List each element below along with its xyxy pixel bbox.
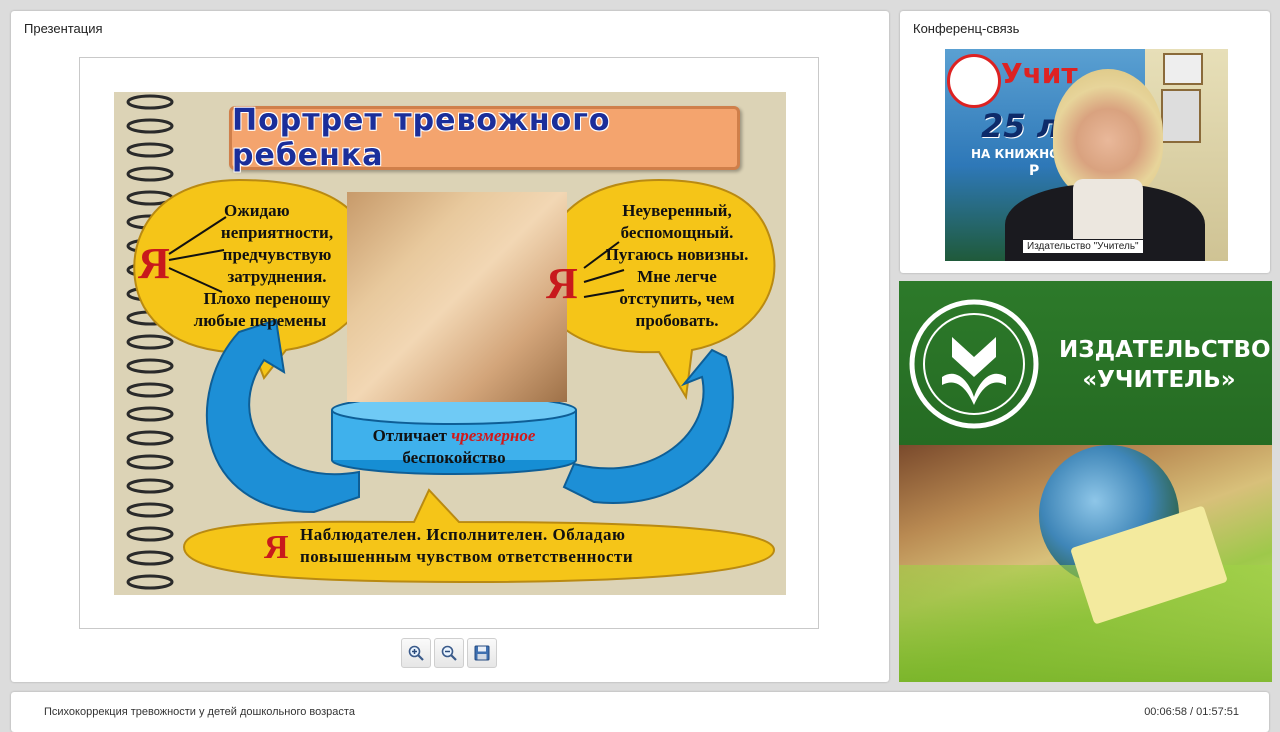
bottom-text: Наблюдателен. Исполнителен. Обладаю повы… — [300, 524, 720, 568]
footer-bar: Психокоррекция тревожности у детей дошко… — [11, 692, 1269, 732]
bottom-line-2: повышенным чувством ответственности — [300, 547, 634, 566]
slide-frame: Портрет тревожного ребенка Я Ожидаю непр… — [79, 57, 819, 629]
left-line-2: неприятности, — [220, 223, 334, 242]
publisher-books-image — [899, 445, 1272, 682]
center-suffix: беспокойство — [402, 448, 506, 467]
slide-toolbar — [401, 638, 497, 668]
zoom-out-button[interactable] — [434, 638, 464, 668]
presentation-panel: Презентация Портрет тревожного ребенка Я… — [11, 11, 889, 682]
right-line-2: беспомощный. — [620, 223, 734, 242]
banner-line2: НА КНИЖНО — [971, 147, 1060, 161]
right-line-5: отступить, чем — [619, 289, 735, 308]
left-line-1: Ожидаю — [224, 201, 290, 220]
center-highlight: чрезмерное — [451, 426, 536, 445]
video-label: Издательство "Учитель" — [1023, 240, 1143, 253]
publisher-header: ИЗДАТЕЛЬСТВО «УЧИТЕЛЬ» — [899, 281, 1272, 445]
floppy-disk-icon — [474, 645, 490, 661]
banner-line3: Р — [1029, 163, 1040, 179]
playback-time: 00:06:58 / 01:57:51 — [1144, 706, 1239, 718]
right-curved-arrow — [562, 348, 734, 504]
wall-frame-2 — [1161, 89, 1201, 143]
presenter-collar — [1073, 179, 1143, 239]
zoom-in-icon — [408, 645, 424, 661]
left-line-6: любые перемены — [193, 311, 327, 330]
wall-frame-1 — [1163, 53, 1203, 85]
banner-logo — [947, 54, 1001, 108]
banner-years: 25 л — [981, 107, 1061, 145]
presentation-title: Презентация — [24, 21, 103, 36]
right-line-4: Мне легче — [637, 267, 717, 286]
banner-brand: Учит — [1001, 57, 1078, 90]
right-bubble-text: Неуверенный, беспомощный. Пугаюсь новизн… — [582, 200, 772, 332]
zoom-in-button[interactable] — [401, 638, 431, 668]
publisher-banner: ИЗДАТЕЛЬСТВО «УЧИТЕЛЬ» — [899, 281, 1272, 682]
right-line-6: пробовать. — [635, 311, 719, 330]
child-photo — [347, 192, 567, 402]
left-line-5: Плохо переношу — [203, 289, 331, 308]
video-feed[interactable]: Учит 25 л НА КНИЖНО Р Издательство "Учит… — [945, 49, 1228, 261]
publisher-line-2: «УЧИТЕЛЬ» — [1082, 367, 1236, 393]
slide-heading-box: Портрет тревожного ребенка — [229, 103, 740, 173]
right-pronoun: Я — [546, 259, 578, 308]
slide: Портрет тревожного ребенка Я Ожидаю непр… — [114, 92, 786, 595]
bottom-line-1: Наблюдателен. Исполнителен. Обладаю — [300, 525, 626, 544]
center-prefix: Отличает — [372, 426, 448, 445]
publisher-emblem-icon — [909, 299, 1039, 429]
slide-heading: Портрет тревожного ребенка — [232, 103, 611, 173]
right-line-1: Неуверенный, — [622, 201, 732, 220]
publisher-line-1: ИЗДАТЕЛЬСТВО — [1059, 337, 1271, 363]
right-line-3: Пугаюсь новизны. — [605, 245, 749, 264]
conference-panel: Конференц-связь Учит 25 л НА КНИЖНО Р Из… — [900, 11, 1270, 273]
left-line-3: предчувствую — [222, 245, 332, 264]
lecture-title: Психокоррекция тревожности у детей дошко… — [44, 706, 355, 718]
save-button[interactable] — [467, 638, 497, 668]
conference-title: Конференц-связь — [913, 21, 1020, 36]
left-bubble-text: Ожидаю неприятности, предчувствую затруд… — [162, 200, 352, 332]
zoom-out-icon — [441, 645, 457, 661]
cylinder-text: Отличает чрезмерное беспокойство — [334, 425, 574, 469]
publisher-name: ИЗДАТЕЛЬСТВО «УЧИТЕЛЬ» — [1059, 335, 1271, 395]
left-line-4: затруднения. — [227, 267, 327, 286]
bottom-pronoun: Я — [264, 529, 289, 566]
